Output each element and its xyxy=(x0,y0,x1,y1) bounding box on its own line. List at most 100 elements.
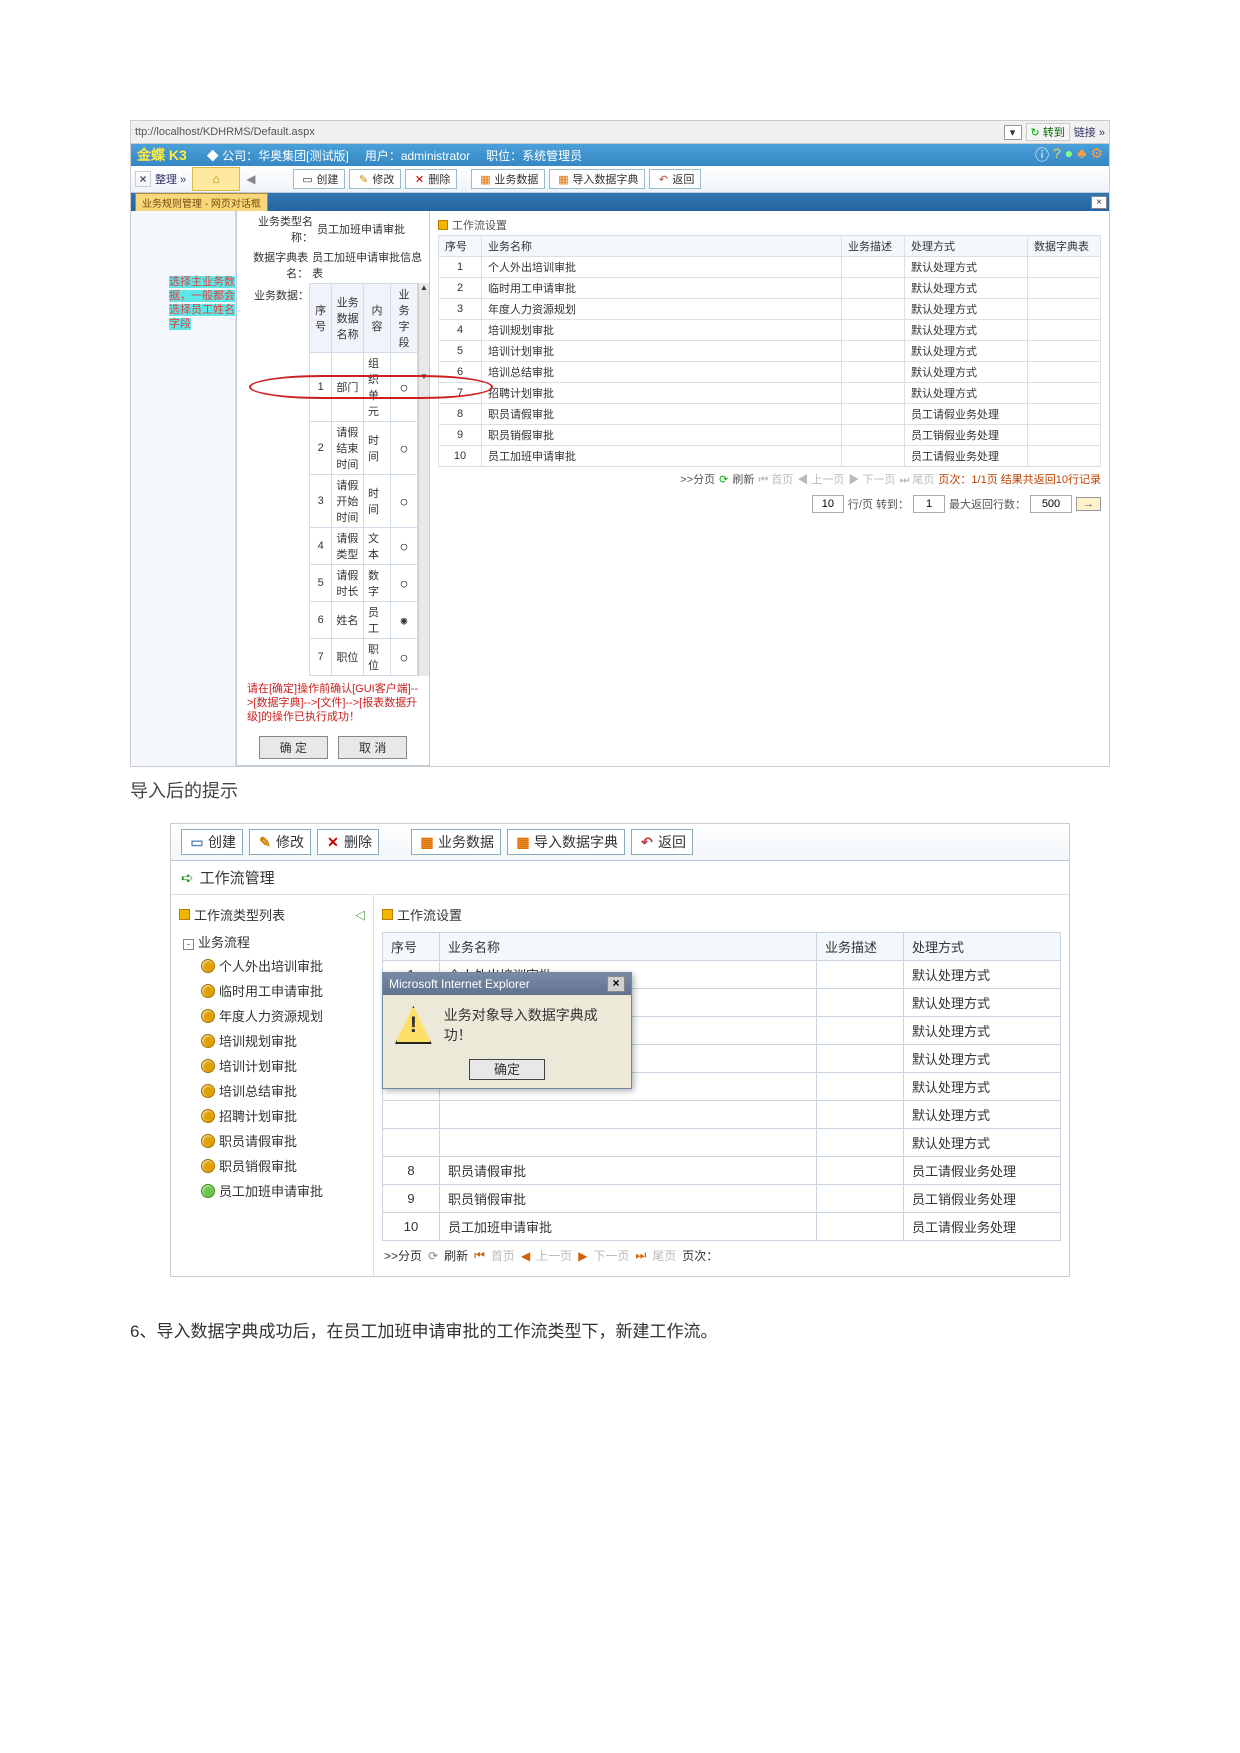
tree-item[interactable]: 员工加班申请审批 xyxy=(177,1178,367,1203)
header-icons[interactable]: ⓘ ? ● ♣ ⚙ xyxy=(1035,145,1103,165)
node-icon xyxy=(201,1109,215,1123)
table-row[interactable]: 1部门组织单元○ xyxy=(310,353,418,422)
question-icon[interactable]: ? xyxy=(1053,145,1061,165)
bizdata-button[interactable]: ▦业务数据 xyxy=(471,169,545,189)
delete-icon: ✕ xyxy=(412,172,426,186)
wf-col-mode: 处理方式 xyxy=(905,236,1028,257)
edit-icon: ✎ xyxy=(256,833,274,851)
table-row[interactable]: 默认处理方式 xyxy=(383,1101,1061,1129)
table-row[interactable]: 2请假结束时间时间○ xyxy=(310,422,418,475)
table-row[interactable]: 3年度人力资源规划默认处理方式 xyxy=(439,299,1101,320)
table-row[interactable]: 4培训规划审批默认处理方式 xyxy=(439,320,1101,341)
scroll-up-icon[interactable]: ▲ xyxy=(419,283,429,292)
table-row[interactable]: 8职员请假审批员工请假业务处理 xyxy=(383,1157,1061,1185)
table-row[interactable]: 5请假时长数字○ xyxy=(310,565,418,602)
pager-split[interactable]: >>分页 xyxy=(384,1247,422,1264)
tab-close-icon[interactable]: × xyxy=(1091,196,1107,209)
home-button[interactable]: ⌂ xyxy=(192,167,240,191)
tree-item[interactable]: 培训总结审批 xyxy=(177,1078,367,1103)
company-text: ◆ 公司：华奥集团[测试版] xyxy=(207,147,349,164)
table-row[interactable]: 7招聘计划审批默认处理方式 xyxy=(439,383,1101,404)
bizdata-button[interactable]: ▦业务数据 xyxy=(411,829,501,855)
expand-label[interactable]: 整理 » xyxy=(155,171,192,187)
subheader-text: 工作流管理 xyxy=(200,867,275,888)
nav-left-icon[interactable]: ◀ xyxy=(242,172,259,186)
table-row[interactable]: 8职员请假审批员工请假业务处理 xyxy=(439,404,1101,425)
collapse-icon[interactable]: ◁ xyxy=(355,907,365,923)
table-row[interactable]: 2临时用工申请审批默认处理方式 xyxy=(439,278,1101,299)
dialog-form: 业务类型名称：员工加班申请审批 数据字典表名：员工加班申请审批信息表 业务数据：… xyxy=(236,211,430,766)
tree-root[interactable]: -业务流程 xyxy=(177,928,367,953)
perpage-input[interactable] xyxy=(812,495,844,513)
grid-title-text: 工作流设置 xyxy=(397,905,462,924)
refresh-icon[interactable]: ⟳ xyxy=(719,473,728,486)
goto-input[interactable] xyxy=(913,495,945,513)
scroll-down-icon[interactable]: ▼ xyxy=(419,372,429,381)
dialog-close-icon[interactable]: × xyxy=(607,976,625,992)
table-row[interactable]: 默认处理方式 xyxy=(383,1129,1061,1157)
table-row[interactable]: 1个人外出培训审批默认处理方式 xyxy=(439,257,1101,278)
go-button[interactable]: ↻ 转到 xyxy=(1026,123,1070,141)
table-row[interactable]: 3请假开始时间时间○ xyxy=(310,475,418,528)
warning-icon: ! xyxy=(395,1006,432,1044)
dot-icon[interactable]: ● xyxy=(1065,145,1073,165)
ok-button[interactable]: 确 定 xyxy=(259,736,328,759)
user-icon[interactable]: ♣ xyxy=(1077,145,1086,165)
modify-button[interactable]: ✎修改 xyxy=(349,169,401,189)
importdict-button[interactable]: ▦导入数据字典 xyxy=(549,169,645,189)
modify-button[interactable]: ✎修改 xyxy=(249,829,311,855)
tree-item[interactable]: 个人外出培训审批 xyxy=(177,953,367,978)
delete-button[interactable]: ✕删除 xyxy=(317,829,379,855)
next-icon[interactable]: ▶ xyxy=(578,1249,587,1263)
pager-refresh[interactable]: 刷新 xyxy=(732,471,754,487)
panel-close-icon[interactable]: × xyxy=(135,171,151,187)
go-btn[interactable]: → xyxy=(1076,497,1101,511)
tree-item[interactable]: 培训规划审批 xyxy=(177,1028,367,1053)
refresh-icon[interactable]: ⟳ xyxy=(428,1249,438,1263)
table-row[interactable]: 6培训总结审批默认处理方式 xyxy=(439,362,1101,383)
table-row[interactable]: 9职员销假审批员工销假业务处理 xyxy=(383,1185,1061,1213)
help-icon[interactable]: ⓘ xyxy=(1035,145,1049,165)
pager-split[interactable]: >>分页 xyxy=(680,471,715,487)
table-row[interactable]: 7职位职位○ xyxy=(310,639,418,676)
first-icon[interactable]: ⏮ xyxy=(474,1248,485,1263)
url-dropdown[interactable]: ▾ xyxy=(1004,125,1022,140)
address-bar: ttp://localhost/KDHRMS/Default.aspx ▾ ↻ … xyxy=(131,121,1109,144)
delete-button[interactable]: ✕删除 xyxy=(405,169,457,189)
grid-icon: ▦ xyxy=(556,172,570,186)
active-tab[interactable]: 业务规则管理 - 网页对话框 xyxy=(135,193,268,212)
edit-icon: ✎ xyxy=(356,172,370,186)
table-row[interactable]: 6姓名员工◉ xyxy=(310,602,418,639)
tree-item[interactable]: 职员请假审批 xyxy=(177,1128,367,1153)
table-row[interactable]: 9职员销假审批员工销假业务处理 xyxy=(439,425,1101,446)
prev-icon[interactable]: ◀ xyxy=(521,1249,530,1263)
table-row[interactable]: 4请假类型文本○ xyxy=(310,528,418,565)
pager-next: ▶ 下一页 xyxy=(848,471,895,487)
tree-item[interactable]: 职员销假审批 xyxy=(177,1153,367,1178)
table-row[interactable]: 10员工加班申请审批员工请假业务处理 xyxy=(383,1213,1061,1241)
dialog-ok-button[interactable]: 确定 xyxy=(469,1059,545,1080)
importdict-button[interactable]: ▦导入数据字典 xyxy=(507,829,625,855)
exit-icon[interactable]: ⚙ xyxy=(1090,145,1103,165)
minus-icon[interactable]: - xyxy=(183,939,194,950)
table-row[interactable]: 10员工加班申请审批员工请假业务处理 xyxy=(439,446,1101,467)
tree-item[interactable]: 年度人力资源规划 xyxy=(177,1003,367,1028)
table-row[interactable]: 5培训计划审批默认处理方式 xyxy=(439,341,1101,362)
scrollbar[interactable]: ▲▼ xyxy=(418,283,429,676)
pager-last: 尾页 xyxy=(652,1247,676,1264)
wf-col-dict: 数据字典表 xyxy=(1028,236,1101,257)
tree-item[interactable]: 培训计划审批 xyxy=(177,1053,367,1078)
tree-item[interactable]: 招聘计划审批 xyxy=(177,1103,367,1128)
create-button[interactable]: ▭创建 xyxy=(293,169,345,189)
back-button[interactable]: ↶返回 xyxy=(649,169,701,189)
pager-refresh[interactable]: 刷新 xyxy=(444,1247,468,1264)
cancel-button[interactable]: 取 消 xyxy=(338,736,407,759)
maxrows-input[interactable] xyxy=(1030,495,1072,513)
links-label[interactable]: 链接 » xyxy=(1074,124,1109,140)
g2-col-desc: 业务描述 xyxy=(817,933,904,961)
tree-item[interactable]: 临时用工申请审批 xyxy=(177,978,367,1003)
tree-item-label: 职员请假审批 xyxy=(219,1131,297,1150)
create-button[interactable]: ▭创建 xyxy=(181,829,243,855)
last-icon[interactable]: ⏭ xyxy=(635,1248,646,1263)
back-button[interactable]: ↶返回 xyxy=(631,829,693,855)
